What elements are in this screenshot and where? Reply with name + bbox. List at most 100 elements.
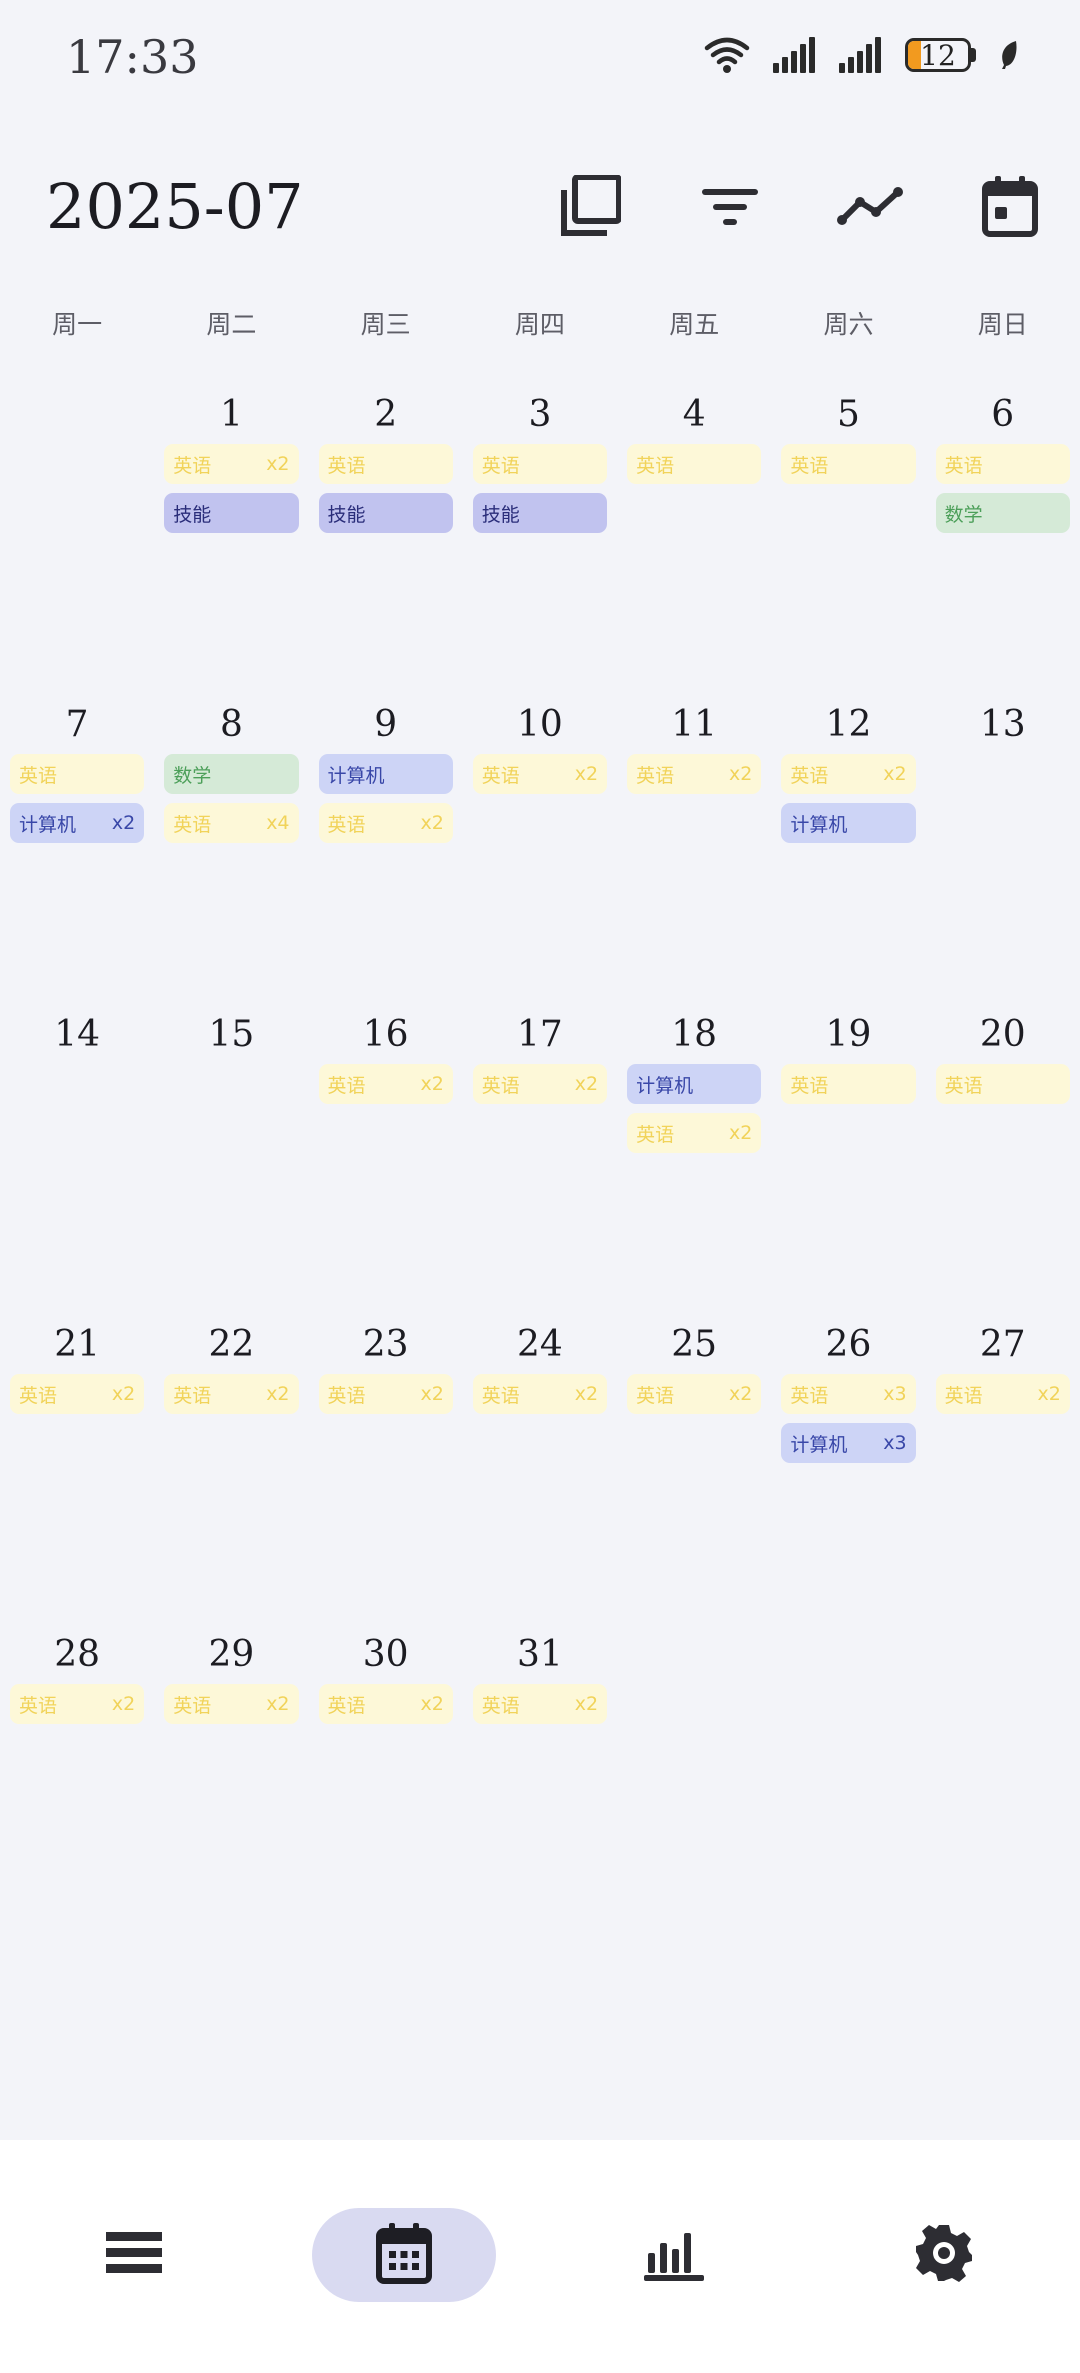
subject-tag-skill[interactable]: 技能 [472,493,608,533]
subject-tag-english[interactable]: 英语 [318,444,453,484]
calendar-day[interactable]: 31 英语 x2 [463,1630,617,1940]
calendar-day[interactable]: 12 英语 x2 计算机 [771,700,925,1010]
tag-count: x2 [420,1383,444,1405]
subject-tag-english[interactable]: 英语 x4 [164,803,299,843]
trend-button[interactable] [834,172,906,244]
subject-tag-english[interactable]: 英语 x2 [627,1374,762,1414]
subject-tag-english[interactable]: 英语 x2 [627,1113,762,1153]
subject-tag-skill[interactable]: 技能 [318,493,453,533]
calendar-day[interactable]: 13 [926,700,1080,1010]
filter-button[interactable] [694,172,766,244]
subject-tag-english[interactable]: 英语 [781,444,916,484]
calendar-day[interactable]: 25 英语 x2 [617,1320,771,1630]
subject-tag-english[interactable]: 英语 x2 [318,803,453,843]
tag-label: 英语 [944,454,983,477]
calendar-day[interactable]: 28 英语 x2 [0,1630,154,1940]
subject-tag-computer[interactable]: 计算机 x2 [10,803,145,843]
day-number: 13 [979,704,1026,745]
subject-tag-english[interactable]: 英语 x2 [318,1374,453,1414]
calendar-day[interactable]: 10 英语 x2 [463,700,617,1010]
tag-label: 英语 [790,1074,829,1097]
calendar-day[interactable]: 18 计算机英语 x2 [617,1010,771,1320]
calendar-day[interactable]: 3 英语 技能 [463,390,617,700]
subject-tag-english[interactable]: 英语 [935,1064,1070,1104]
month-title[interactable]: 2025-07 [46,170,304,243]
nav-calendar[interactable] [312,2208,496,2302]
calendar-day[interactable]: 23 英语 x2 [309,1320,463,1630]
calendar-day[interactable]: 2 英语 技能 [309,390,463,700]
calendar-day[interactable]: 5 英语 [771,390,925,700]
day-number: 14 [54,1014,101,1055]
nav-list[interactable] [42,2208,226,2302]
tag-label: 英语 [790,1384,829,1407]
calendar-day[interactable]: 7 英语 计算机 x2 [0,700,154,1010]
subject-tag-english[interactable]: 英语 x2 [10,1684,145,1724]
subject-tag-english[interactable]: 英语 x2 [164,1374,299,1414]
subject-tag-math[interactable]: 数学 [935,493,1070,533]
calendar-day[interactable]: 9 计算机 英语 x2 [309,700,463,1010]
tag-label: 技能 [173,503,212,526]
today-button[interactable] [974,172,1046,244]
status-time: 17:33 [66,30,199,84]
calendar-day[interactable]: 27 英语 x2 [926,1320,1080,1630]
calendar-day[interactable]: 17 英语 x2 [463,1010,617,1320]
subject-tag-english[interactable]: 英语 x2 [10,1374,145,1414]
calendar-day[interactable]: 6 英语 数学 [926,390,1080,700]
calendar-day[interactable]: 4 英语 [617,390,771,700]
day-number: 29 [208,1634,255,1675]
subject-tag-english[interactable]: 英语 x2 [627,754,762,794]
calendar-day[interactable]: 21 英语 x2 [0,1320,154,1630]
weekday-label: 周二 [206,310,257,339]
subject-tag-english[interactable]: 英语 x2 [472,1684,608,1724]
tag-count: x2 [728,1383,753,1405]
calendar-day[interactable]: 20 英语 [926,1010,1080,1320]
copy-icon [559,174,622,241]
calendar-day[interactable]: 8 数学 英语 x4 [154,700,308,1010]
tag-label: 英语 [173,1694,212,1717]
subject-tag-english[interactable]: 英语 [781,1064,916,1104]
calendar-day[interactable]: 22 英语 x2 [154,1320,308,1630]
subject-tag-english[interactable]: 英语 [472,444,608,484]
subject-tag-english[interactable]: 英语 x2 [935,1374,1070,1414]
calendar-day[interactable]: 29 英语 x2 [154,1630,308,1940]
calendar-week: 1 英语 x2 技能 2 英语 技能 3 英语 技能 4 英语 5 英语 6 英语 数学 [0,390,1080,700]
subject-tag-computer[interactable]: 计算机 [627,1064,762,1104]
subject-tag-english[interactable]: 英语 [627,444,762,484]
subject-tag-english[interactable]: 英语 x2 [164,444,299,484]
nav-stats[interactable] [582,2208,766,2302]
subject-tag-english[interactable]: 英语 x3 [781,1374,916,1414]
tag-label: 英语 [19,1694,58,1717]
calendar-day[interactable]: 30 英语 x2 [309,1630,463,1940]
day-number: 4 [682,394,706,435]
day-number: 18 [671,1014,718,1055]
subject-tag-english[interactable]: 英语 x2 [472,1064,608,1104]
calendar-day[interactable]: 24 英语 x2 [463,1320,617,1630]
subject-tag-skill[interactable]: 技能 [164,493,299,533]
subject-tag-computer[interactable]: 计算机 [318,754,453,794]
subject-tag-english[interactable]: 英语 x2 [318,1064,453,1104]
subject-tag-english[interactable]: 英语 x2 [472,1374,608,1414]
subject-tag-english[interactable]: 英语 [935,444,1070,484]
subject-tag-computer[interactable]: 计算机 x3 [781,1423,916,1463]
tag-count: x4 [266,812,290,834]
subject-tag-math[interactable]: 数学 [164,754,299,794]
subject-tag-english[interactable]: 英语 x2 [164,1684,299,1724]
calendar-day[interactable]: 19 英语 [771,1010,925,1320]
calendar-day[interactable]: 26 英语 x3 计算机 x3 [771,1320,925,1630]
tag-label: 英语 [636,1384,675,1407]
subject-tag-computer[interactable]: 计算机 [781,803,916,843]
calendar-day[interactable]: 15 [154,1010,308,1320]
calendar-week: 7 英语 计算机 x2 8 数学 英语 x4 9 计算机 英语 x2 10 英语 x2 11 英语 x2 12 英语 x… [0,700,1080,1010]
copy-button[interactable] [554,172,626,244]
calendar-week: 21 英语 x2 22 英语 x2 23 英语 x2 24 英语 x2 25 英语 x2 26 英语 x3 计算机 x… [0,1320,1080,1630]
subject-tag-english[interactable]: 英语 [10,754,145,794]
subject-tag-english[interactable]: 英语 x2 [781,754,916,794]
calendar-day[interactable]: 11 英语 x2 [617,700,771,1010]
subject-tag-english[interactable]: 英语 x2 [472,754,608,794]
nav-settings[interactable] [852,2208,1036,2302]
tag-label: 技能 [327,503,366,526]
calendar-day[interactable]: 14 [0,1010,154,1320]
subject-tag-english[interactable]: 英语 x2 [318,1684,453,1724]
calendar-day[interactable]: 16 英语 x2 [309,1010,463,1320]
calendar-day[interactable]: 1 英语 x2 技能 [154,390,308,700]
